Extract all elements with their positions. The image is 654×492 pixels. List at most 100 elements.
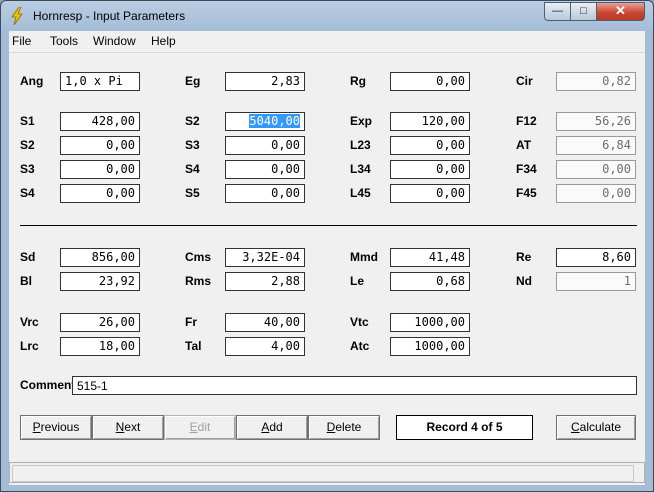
btn-text: revious	[40, 420, 80, 434]
field-cir: 0,82	[556, 72, 636, 91]
label-l23: L23	[350, 138, 371, 152]
next-button[interactable]: Next	[92, 415, 164, 440]
field-sd[interactable]: 856,00	[60, 248, 140, 267]
label-l34: L34	[350, 162, 371, 176]
label-vrc: Vrc	[20, 315, 39, 329]
label-eg: Eg	[185, 74, 201, 88]
field-s2-row3[interactable]: 0,00	[60, 136, 140, 155]
label-re: Re	[516, 250, 532, 264]
field-mmd[interactable]: 41,48	[390, 248, 470, 267]
field-eg[interactable]: 2,83	[225, 72, 305, 91]
label-atc: Atc	[350, 339, 370, 353]
selected-text: 5040,00	[249, 114, 300, 128]
edit-button: Edit	[164, 415, 236, 440]
label-tal: Tal	[185, 339, 202, 353]
label-exp: Exp	[350, 114, 373, 128]
field-cms[interactable]: 3,32E-04	[225, 248, 305, 267]
client-area: File Tools Window Help Ang 1,0 x Pi Eg 2…	[9, 31, 645, 485]
field-le[interactable]: 0,68	[390, 272, 470, 291]
previous-button[interactable]: Previous	[20, 415, 92, 440]
lightning-bolt-icon	[11, 7, 23, 25]
label-mmd: Mmd	[350, 250, 378, 264]
field-s3-row4[interactable]: 0,00	[60, 160, 140, 179]
section-divider	[20, 225, 637, 226]
field-vrc[interactable]: 26,00	[60, 313, 140, 332]
label-rms: Rms	[185, 274, 212, 288]
btn-text: ext	[124, 420, 141, 434]
field-s2[interactable]: 5040,00	[225, 112, 305, 131]
field-l45[interactable]: 0,00	[390, 184, 470, 203]
field-f45: 0,00	[556, 184, 636, 203]
field-nd: 1	[556, 272, 636, 291]
label-nd: Nd	[516, 274, 532, 288]
menu-bar: File Tools Window Help	[9, 31, 645, 53]
label-s2: S2	[185, 114, 200, 128]
menu-file[interactable]: File	[12, 34, 31, 48]
btn-mnemonic: C	[570, 420, 580, 434]
label-s2-row3: S2	[20, 138, 35, 152]
field-rg[interactable]: 0,00	[390, 72, 470, 91]
btn-mnemonic: P	[32, 420, 41, 434]
menu-tools[interactable]: Tools	[50, 34, 78, 48]
btn-text: dit	[197, 420, 211, 434]
label-ang: Ang	[20, 74, 44, 88]
comment-field[interactable]: 515-1	[72, 376, 637, 395]
label-fr: Fr	[185, 315, 197, 329]
field-fr[interactable]: 40,00	[225, 313, 305, 332]
label-s4-row5: S4	[20, 186, 35, 200]
field-exp[interactable]: 120,00	[390, 112, 470, 131]
field-tal[interactable]: 4,00	[225, 337, 305, 356]
label-s1: S1	[20, 114, 35, 128]
calculate-button[interactable]: Calculate	[556, 415, 636, 440]
field-bl[interactable]: 23,92	[60, 272, 140, 291]
label-comment: Comment	[20, 378, 76, 392]
label-vtc: Vtc	[350, 315, 369, 329]
label-cir: Cir	[516, 74, 533, 88]
label-at: AT	[516, 138, 532, 152]
label-s3: S3	[185, 138, 200, 152]
app-window: Hornresp - Input Parameters — □ ✕ File T…	[0, 0, 654, 492]
label-f34: F34	[516, 162, 537, 176]
menu-window[interactable]: Window	[93, 34, 136, 48]
label-rg: Rg	[350, 74, 366, 88]
label-s5: S5	[185, 186, 200, 200]
field-s1[interactable]: 428,00	[60, 112, 140, 131]
btn-text: alculate	[579, 420, 622, 434]
window-title: Hornresp - Input Parameters	[33, 9, 186, 23]
minimize-button[interactable]: —	[544, 2, 571, 21]
delete-button[interactable]: Delete	[308, 415, 380, 440]
status-bar	[9, 462, 645, 483]
title-bar[interactable]: Hornresp - Input Parameters — □ ✕	[1, 1, 653, 31]
btn-mnemonic: E	[189, 420, 198, 434]
record-indicator: Record 4 of 5	[396, 415, 533, 440]
field-l34[interactable]: 0,00	[390, 160, 470, 179]
maximize-button[interactable]: □	[570, 2, 597, 21]
close-button[interactable]: ✕	[596, 2, 645, 21]
field-l23[interactable]: 0,00	[390, 136, 470, 155]
label-s3-row4: S3	[20, 162, 35, 176]
btn-text: dd	[269, 420, 283, 434]
label-f45: F45	[516, 186, 537, 200]
field-at: 6,84	[556, 136, 636, 155]
btn-text: elete	[335, 420, 362, 434]
menu-help[interactable]: Help	[151, 34, 176, 48]
field-s5[interactable]: 0,00	[225, 184, 305, 203]
label-l45: L45	[350, 186, 371, 200]
label-f12: F12	[516, 114, 537, 128]
btn-mnemonic: D	[326, 420, 336, 434]
label-cms: Cms	[185, 250, 212, 264]
field-f34: 0,00	[556, 160, 636, 179]
field-s3[interactable]: 0,00	[225, 136, 305, 155]
field-vtc[interactable]: 1000,00	[390, 313, 470, 332]
field-s4[interactable]: 0,00	[225, 160, 305, 179]
status-panel	[12, 465, 634, 482]
field-rms[interactable]: 2,88	[225, 272, 305, 291]
label-sd: Sd	[20, 250, 36, 264]
label-lrc: Lrc	[20, 339, 39, 353]
field-s4-row5[interactable]: 0,00	[60, 184, 140, 203]
field-ang[interactable]: 1,0 x Pi	[60, 72, 140, 91]
add-button[interactable]: Add	[236, 415, 308, 440]
field-lrc[interactable]: 18,00	[60, 337, 140, 356]
field-re[interactable]: 8,60	[556, 248, 636, 267]
field-atc[interactable]: 1000,00	[390, 337, 470, 356]
